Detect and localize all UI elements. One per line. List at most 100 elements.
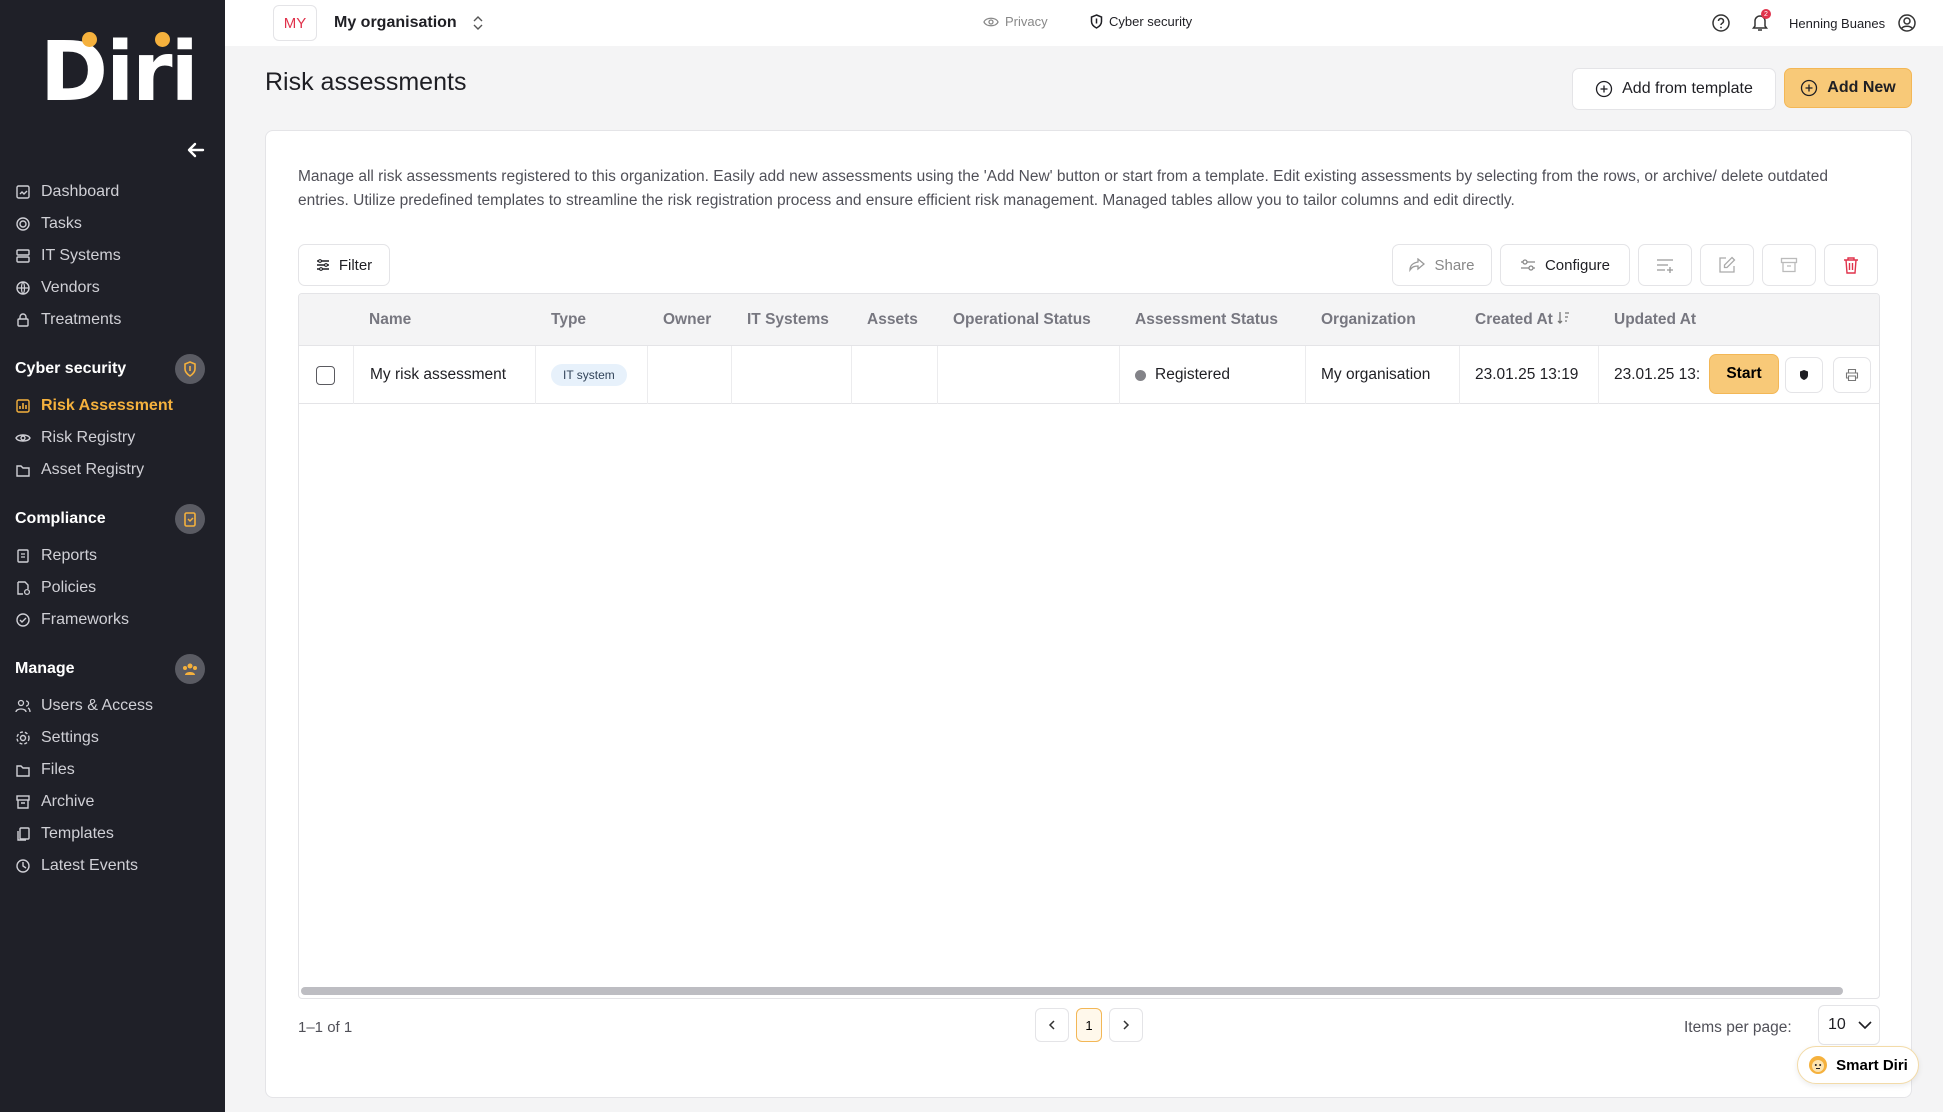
user-avatar-icon[interactable] xyxy=(1897,13,1917,33)
sidebar-item-label: Risk Registry xyxy=(41,429,136,446)
add-new-label: Add New xyxy=(1827,79,1896,96)
sidebar-item-tasks[interactable]: Tasks xyxy=(0,208,225,240)
column-header-assets[interactable]: Assets xyxy=(867,311,918,329)
sidebar-item-treatments[interactable]: Treatments xyxy=(0,304,225,336)
horizontal-scrollbar[interactable] xyxy=(301,987,1843,995)
nav-main: Dashboard Tasks IT Systems Vendors Treat… xyxy=(0,176,225,336)
clipboard-icon xyxy=(15,548,31,564)
edit-icon xyxy=(1719,256,1736,273)
column-header-organization[interactable]: Organization xyxy=(1321,311,1416,329)
shield-icon xyxy=(175,354,205,384)
cell-name[interactable]: My risk assessment xyxy=(370,346,530,404)
org-name[interactable]: My organisation xyxy=(334,14,457,32)
sidebar-item-frameworks[interactable]: Frameworks xyxy=(0,604,225,636)
privacy-link[interactable]: Privacy xyxy=(983,14,1048,29)
chevron-left-icon xyxy=(1048,1020,1055,1030)
sidebar-item-reports[interactable]: Reports xyxy=(0,540,225,572)
delete-button[interactable] xyxy=(1824,244,1878,286)
cyber-security-link[interactable]: Cyber security xyxy=(1090,14,1192,29)
cell-divider xyxy=(535,346,536,404)
column-header-name[interactable]: Name xyxy=(369,311,411,329)
add-new-button[interactable]: Add New xyxy=(1784,68,1912,108)
table-row[interactable]: My risk assessment IT system Registered … xyxy=(299,346,1879,404)
share-icon xyxy=(1409,258,1426,272)
smart-diri-label: Smart Diri xyxy=(1836,1056,1908,1074)
sidebar-item-risk-registry[interactable]: Risk Registry xyxy=(0,422,225,454)
add-from-template-button[interactable]: Add from template xyxy=(1572,68,1776,110)
eye-icon xyxy=(15,430,31,446)
share-button[interactable]: Share xyxy=(1392,244,1492,286)
row-shield-button[interactable] xyxy=(1785,357,1823,393)
start-button[interactable]: Start xyxy=(1709,354,1779,394)
sidebar-item-policies[interactable]: Policies xyxy=(0,572,225,604)
column-header-created-at[interactable]: Created At xyxy=(1475,311,1571,329)
sidebar-item-label: Settings xyxy=(41,729,99,746)
manage-columns-button[interactable] xyxy=(1638,244,1692,286)
globe-icon xyxy=(15,280,31,296)
column-header-updated-at[interactable]: Updated At xyxy=(1614,311,1696,329)
cell-divider xyxy=(851,346,852,404)
cyber-security-label: Cyber security xyxy=(1109,14,1193,29)
cell-divider xyxy=(1119,346,1120,404)
cell-divider xyxy=(1305,346,1306,404)
column-header-it-systems[interactable]: IT Systems xyxy=(747,311,829,329)
edit-button[interactable] xyxy=(1700,244,1754,286)
top-bar: MY My organisation Privacy Cyber securit… xyxy=(225,0,1943,46)
sidebar-item-files[interactable]: Files xyxy=(0,754,225,786)
notifications-button[interactable]: 2 xyxy=(1751,9,1771,37)
target-icon xyxy=(15,216,31,232)
plus-circle-icon xyxy=(1595,80,1613,98)
nav-manage: Users & Access Settings Files Archive Te… xyxy=(0,690,225,882)
sidebar-item-users-access[interactable]: Users & Access xyxy=(0,690,225,722)
archive-button[interactable] xyxy=(1762,244,1816,286)
sidebar-item-latest-events[interactable]: Latest Events xyxy=(0,850,225,882)
cell-divider xyxy=(1598,346,1599,404)
sidebar-item-label: Archive xyxy=(41,793,95,810)
cell-created-at: 23.01.25 13:19 xyxy=(1475,366,1579,383)
filter-icon xyxy=(316,259,329,271)
folder-icon xyxy=(15,462,31,478)
prev-page-button[interactable] xyxy=(1035,1008,1069,1042)
sidebar-item-it-systems[interactable]: IT Systems xyxy=(0,240,225,272)
configure-button[interactable]: Configure xyxy=(1500,244,1630,286)
column-header-owner[interactable]: Owner xyxy=(663,311,711,329)
filter-button[interactable]: Filter xyxy=(298,244,390,286)
column-header-label: Created At xyxy=(1475,311,1553,328)
chart-icon xyxy=(15,398,31,414)
sidebar-item-vendors[interactable]: Vendors xyxy=(0,272,225,304)
help-icon[interactable] xyxy=(1711,13,1731,33)
sidebar-item-asset-registry[interactable]: Asset Registry xyxy=(0,454,225,486)
cell-divider xyxy=(647,346,648,404)
sidebar-item-archive[interactable]: Archive xyxy=(0,786,225,818)
cell-assessment-status: Registered xyxy=(1135,346,1230,404)
lock-icon xyxy=(15,312,31,328)
column-header-operational-status[interactable]: Operational Status xyxy=(953,311,1091,329)
page-button-current[interactable]: 1 xyxy=(1076,1008,1102,1042)
users-icon xyxy=(15,698,31,714)
sidebar-item-label: Treatments xyxy=(41,311,122,328)
chevron-updown-icon[interactable] xyxy=(471,14,485,32)
row-print-button[interactable] xyxy=(1833,357,1871,393)
sidebar-item-templates[interactable]: Templates xyxy=(0,818,225,850)
team-badge-icon xyxy=(175,654,205,684)
sidebar-item-risk-assessment[interactable]: Risk Assessment xyxy=(0,390,225,422)
status-dot xyxy=(1135,369,1146,381)
archive-icon xyxy=(1780,257,1798,273)
column-header-type[interactable]: Type xyxy=(551,311,586,329)
sidebar-item-dashboard[interactable]: Dashboard xyxy=(0,176,225,208)
org-badge[interactable]: MY xyxy=(273,5,317,41)
diri-logo[interactable]: Diri xyxy=(40,32,199,114)
configure-label: Configure xyxy=(1544,256,1611,274)
smart-diri-button[interactable]: Smart Diri xyxy=(1797,1046,1919,1084)
cell-divider xyxy=(353,346,354,404)
column-header-assessment-status[interactable]: Assessment Status xyxy=(1135,311,1278,329)
user-name[interactable]: Henning Buanes xyxy=(1789,16,1885,31)
collapse-sidebar-icon[interactable] xyxy=(186,140,206,160)
items-per-page-select[interactable]: 10 xyxy=(1818,1005,1880,1045)
sidebar-item-settings[interactable]: Settings xyxy=(0,722,225,754)
next-page-button[interactable] xyxy=(1109,1008,1143,1042)
cell-organization: My organisation xyxy=(1321,366,1431,383)
section-cyber-security: Cyber security xyxy=(0,351,225,387)
row-checkbox[interactable] xyxy=(316,365,335,385)
check-circle-icon xyxy=(15,612,31,628)
